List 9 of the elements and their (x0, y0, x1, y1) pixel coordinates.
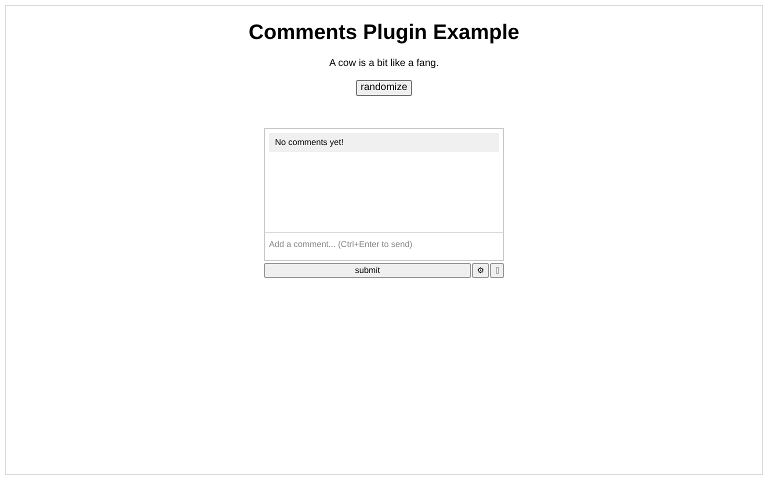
empty-comments-message: No comments yet! (269, 133, 499, 152)
page-title: Comments Plugin Example (248, 20, 520, 46)
settings-button[interactable]: ⚙ (472, 263, 489, 278)
missing-glyph-icon (496, 267, 498, 274)
submit-button[interactable]: submit (264, 263, 471, 278)
randomize-button[interactable]: randomize (356, 80, 412, 96)
extra-button[interactable] (490, 263, 504, 278)
comment-input-field[interactable]: Add a comment... (Ctrl+Enter to send) (265, 232, 503, 260)
random-sentence: A cow is a bit like a fang. (329, 58, 439, 70)
